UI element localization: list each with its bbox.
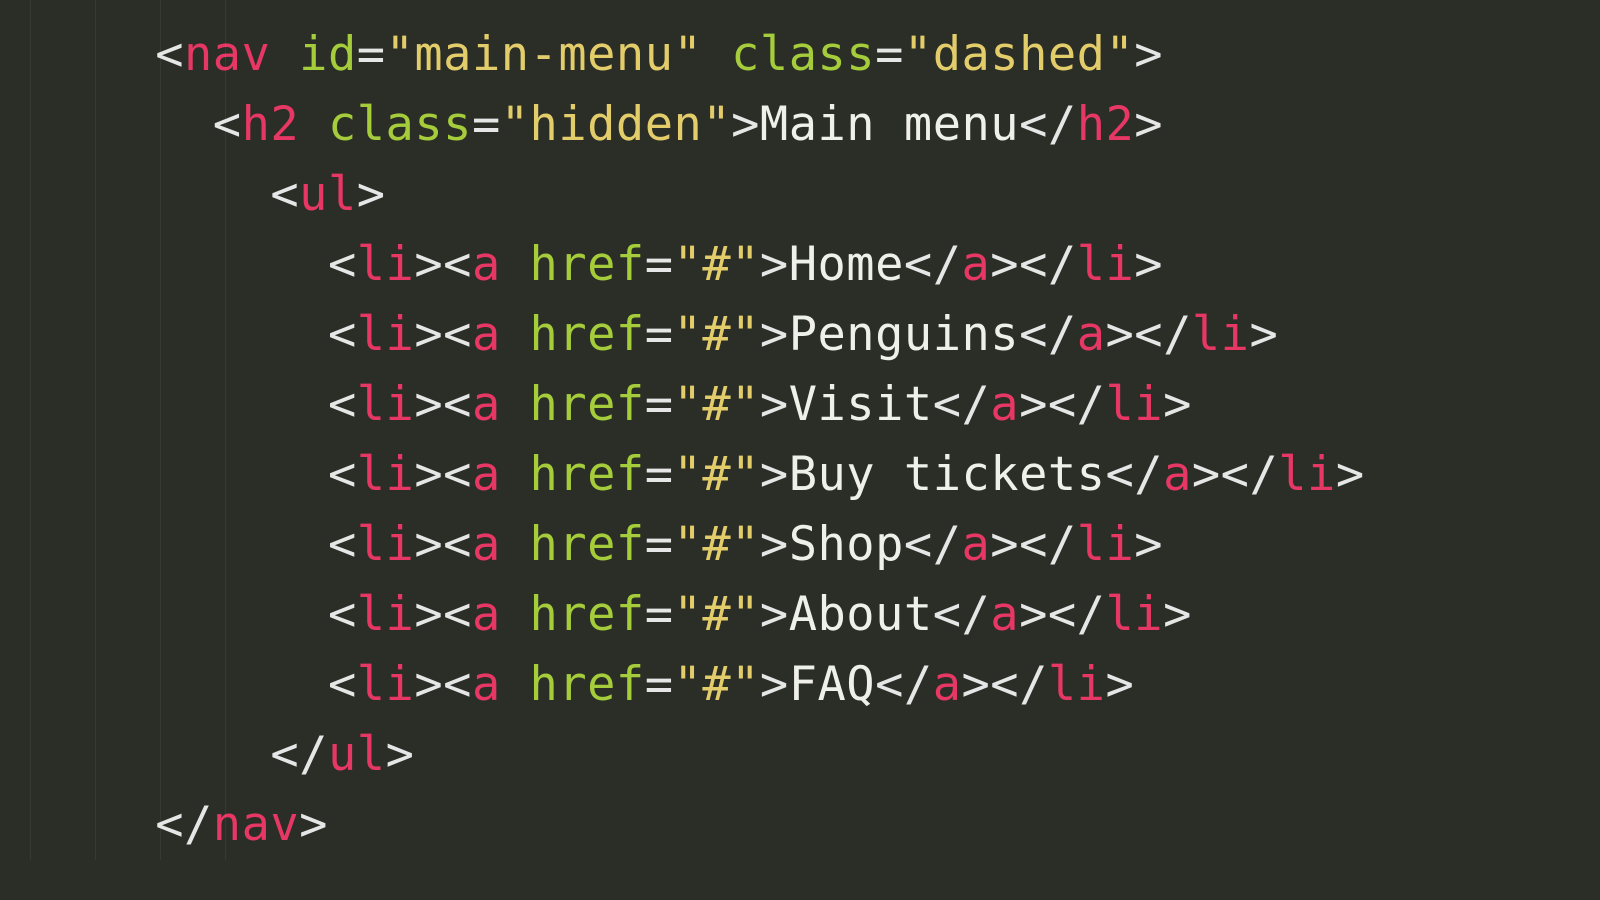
code-line: <li><a href="#">Penguins</a></li> xyxy=(0,300,1600,370)
code-line: <nav id="main-menu" class="dashed"> xyxy=(0,20,1600,90)
code-line: </nav> xyxy=(0,790,1600,860)
code-line: <li><a href="#">Buy tickets</a></li> xyxy=(0,440,1600,510)
code-line: <h2 class="hidden">Main menu</h2> xyxy=(0,90,1600,160)
code-editor[interactable]: <nav id="main-menu" class="dashed"> <h2 … xyxy=(0,0,1600,860)
code-line: <ul> xyxy=(0,160,1600,230)
code-line: <li><a href="#">About</a></li> xyxy=(0,580,1600,650)
code-line: <li><a href="#">Visit</a></li> xyxy=(0,370,1600,440)
code-line: <li><a href="#">FAQ</a></li> xyxy=(0,650,1600,720)
code-line: <li><a href="#">Home</a></li> xyxy=(0,230,1600,300)
code-line: </ul> xyxy=(0,720,1600,790)
code-line: <li><a href="#">Shop</a></li> xyxy=(0,510,1600,580)
